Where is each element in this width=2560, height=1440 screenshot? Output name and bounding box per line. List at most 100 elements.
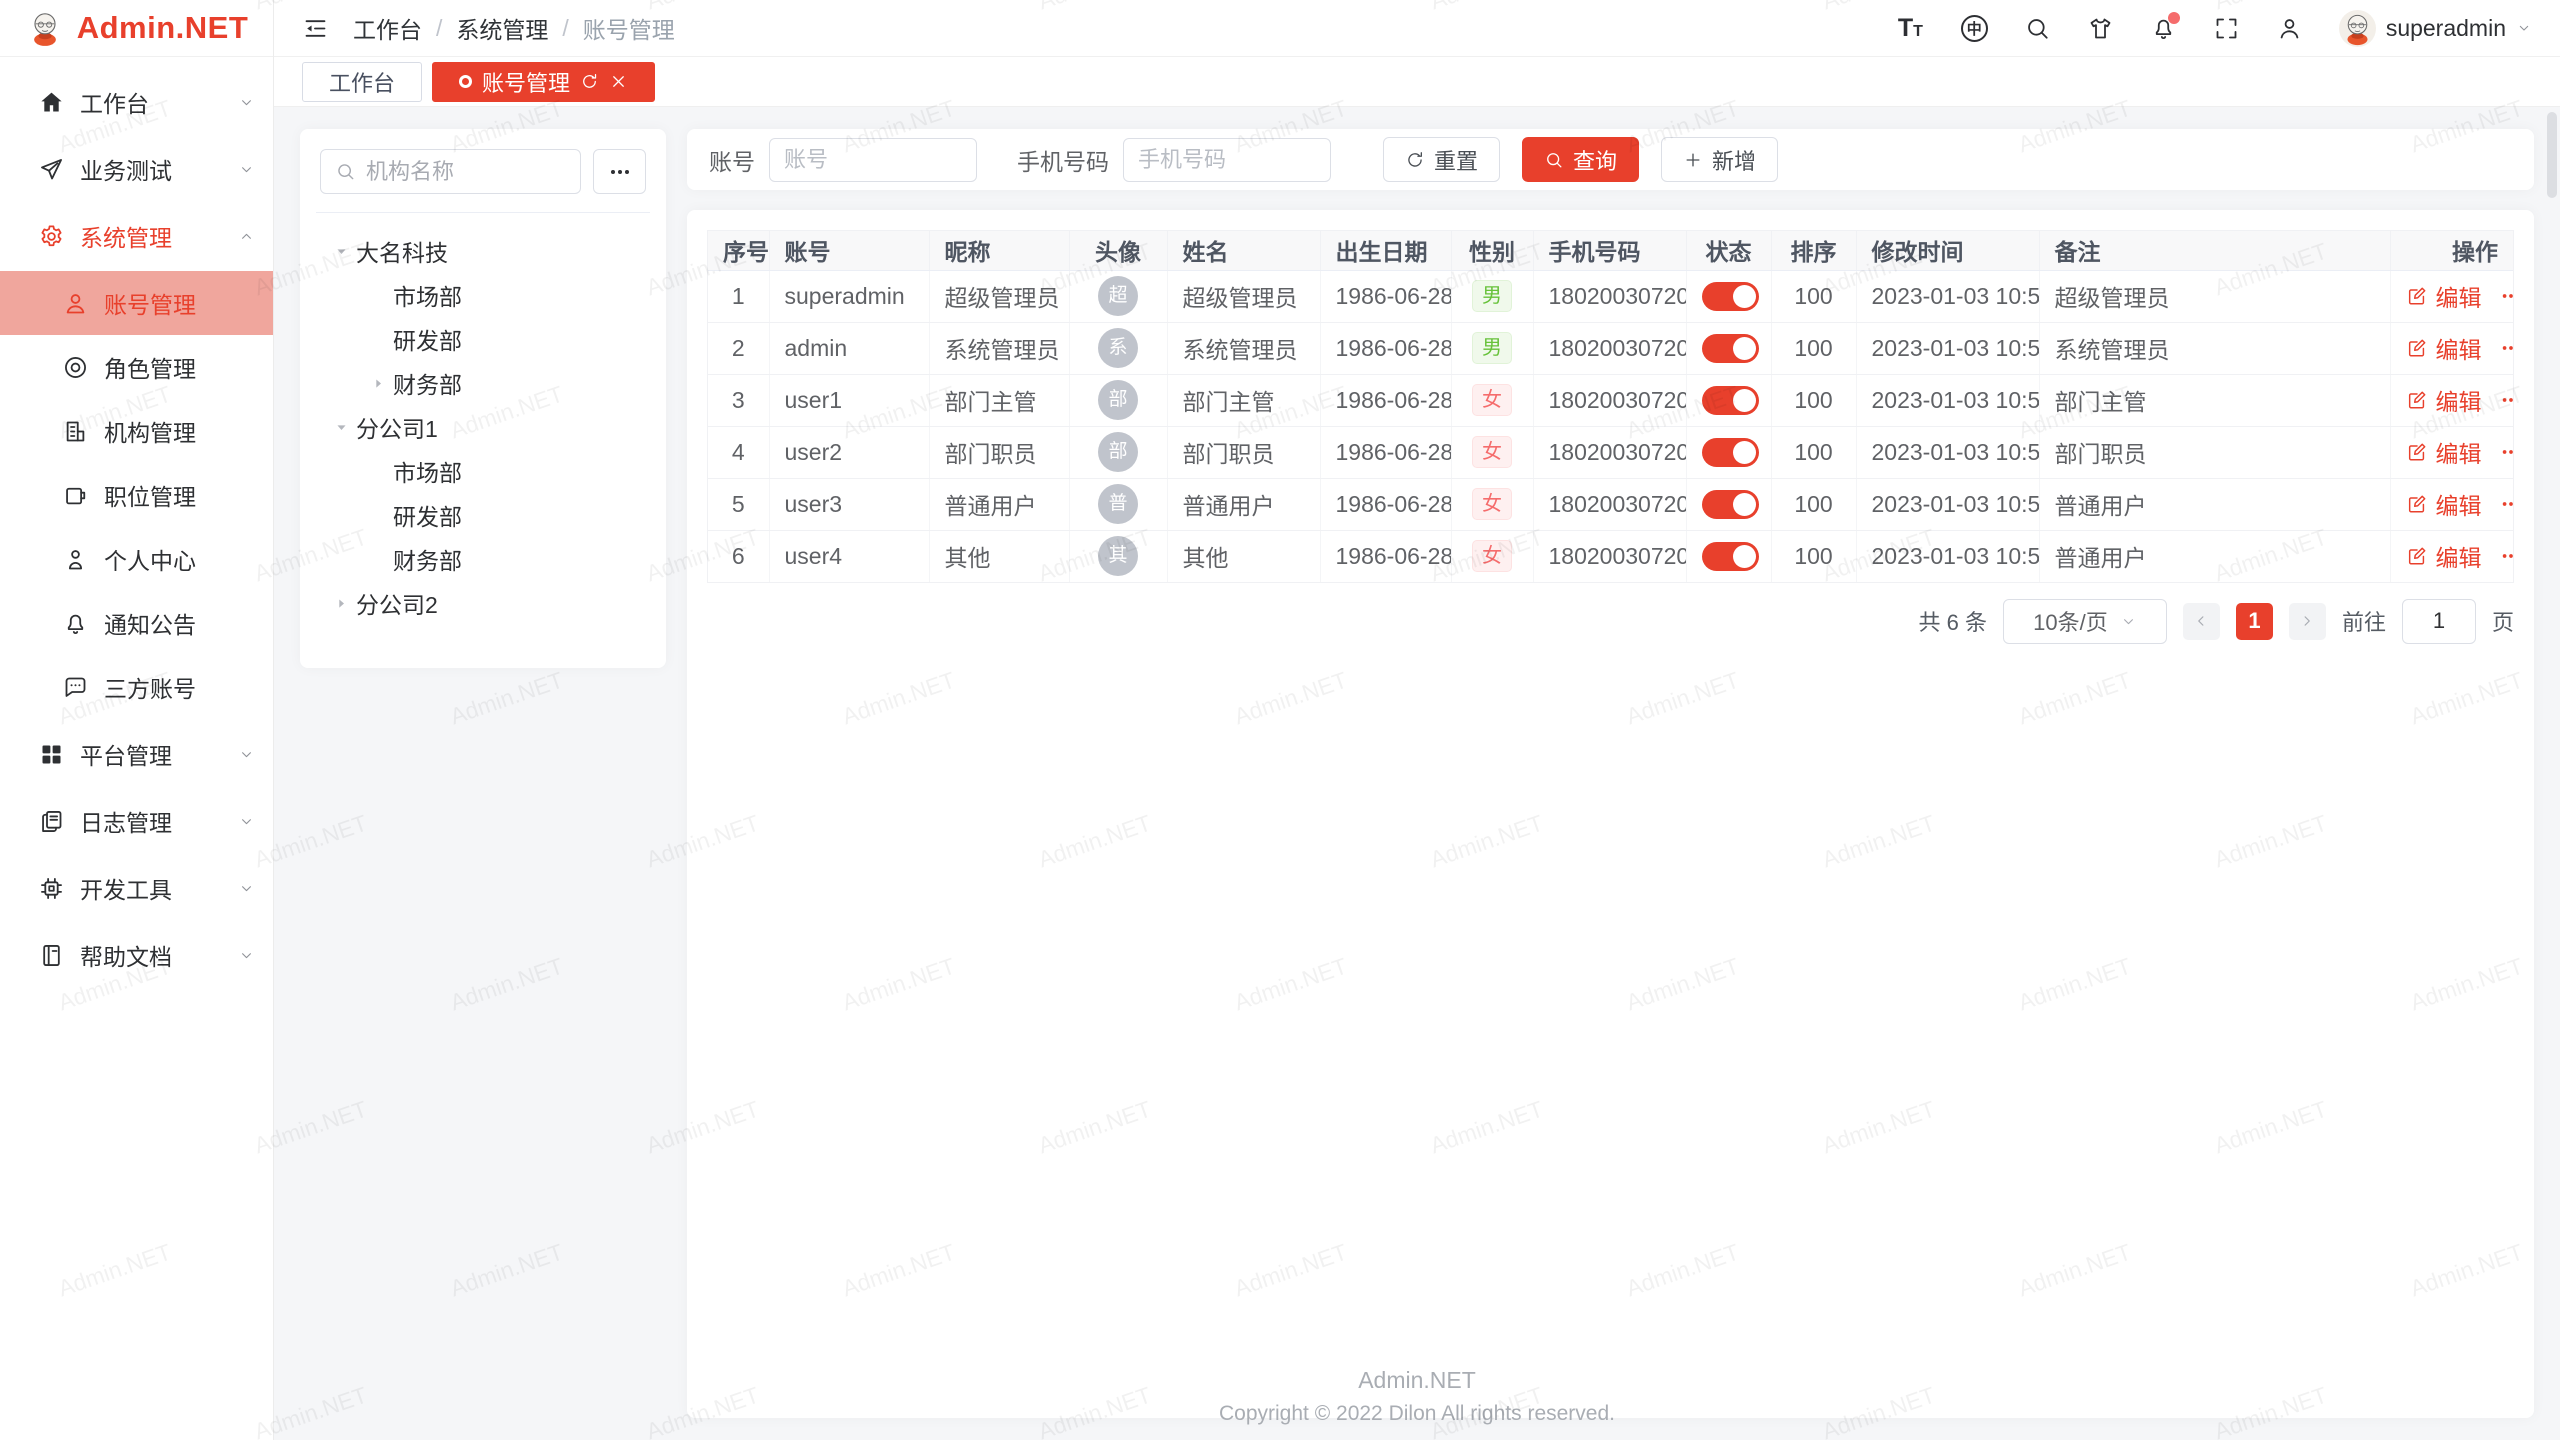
- sidebar-item-account-mgmt[interactable]: 账号管理: [0, 271, 273, 335]
- tree-node-label: 大名科技: [356, 234, 448, 268]
- tab-account-mgmt[interactable]: 账号管理: [432, 62, 655, 102]
- fold-sidebar-icon[interactable]: [302, 15, 329, 42]
- notification-icon[interactable]: [2150, 15, 2177, 42]
- sidebar-item-role-mgmt[interactable]: 角色管理: [0, 335, 273, 399]
- org-icon: [62, 418, 89, 445]
- tree-node[interactable]: 市场部: [316, 273, 650, 317]
- reset-button[interactable]: 重置: [1383, 137, 1500, 182]
- account-filter-field[interactable]: [784, 147, 962, 173]
- toggle-knob: [1733, 337, 1756, 360]
- chevron-down-icon: [238, 94, 255, 111]
- sidebar-item-platform-mgmt[interactable]: 平台管理: [0, 722, 273, 786]
- sidebar-item-help-docs[interactable]: 帮助文档: [0, 923, 273, 987]
- org-search-field[interactable]: [366, 159, 566, 185]
- row-more-button[interactable]: [2498, 441, 2514, 463]
- status-toggle[interactable]: [1702, 386, 1759, 415]
- gear-icon: [38, 223, 65, 250]
- sidebar-menu: 工作台业务测试系统管理账号管理角色管理机构管理职位管理个人中心通知公告三方账号平…: [0, 57, 273, 987]
- edit-button[interactable]: 编辑: [2406, 435, 2482, 469]
- sidebar-item-label: 机构管理: [104, 414, 196, 448]
- refresh-tab-icon[interactable]: [580, 72, 599, 91]
- edit-button[interactable]: 编辑: [2406, 279, 2482, 313]
- phone-filter-field[interactable]: [1138, 147, 1316, 173]
- tree-node[interactable]: 分公司2: [316, 581, 650, 625]
- tree-node[interactable]: 研发部: [316, 317, 650, 361]
- sidebar-item-system-mgmt[interactable]: 系统管理: [0, 204, 273, 268]
- row-more-button[interactable]: [2498, 545, 2514, 567]
- tree-node[interactable]: 财务部: [316, 361, 650, 405]
- font-size-icon[interactable]: TT: [1898, 15, 1925, 42]
- fullscreen-icon[interactable]: [2213, 15, 2240, 42]
- tree-node[interactable]: 大名科技: [316, 229, 650, 273]
- scrollbar-thumb[interactable]: [2547, 112, 2557, 198]
- tree-node-label: 研发部: [393, 498, 462, 532]
- status-toggle[interactable]: [1702, 542, 1759, 571]
- tree-node[interactable]: 研发部: [316, 493, 650, 537]
- prev-page-button[interactable]: [2183, 603, 2220, 640]
- user-menu[interactable]: superadmin: [2339, 10, 2532, 47]
- caret-down-icon[interactable]: [326, 420, 356, 435]
- page-1-button[interactable]: 1: [2236, 603, 2273, 640]
- tree-node[interactable]: 分公司1: [316, 405, 650, 449]
- caret-right-icon[interactable]: [363, 376, 393, 391]
- sidebar-item-personal-center[interactable]: 个人中心: [0, 527, 273, 591]
- user-avatar: [2339, 10, 2376, 47]
- edit-button[interactable]: 编辑: [2406, 487, 2482, 521]
- caret-right-icon[interactable]: [326, 596, 356, 611]
- sidebar-item-third-party-account[interactable]: 三方账号: [0, 655, 273, 719]
- avatar: 普: [1098, 484, 1138, 524]
- row-more-button[interactable]: [2498, 389, 2514, 411]
- chevron-down-icon: [2516, 20, 2532, 36]
- goto-page-input[interactable]: [2402, 599, 2476, 644]
- cell-index: 4: [708, 426, 769, 478]
- page-size-select[interactable]: 10条/页: [2003, 599, 2167, 644]
- close-tab-icon[interactable]: [609, 72, 628, 91]
- row-more-button[interactable]: [2498, 493, 2514, 515]
- sidebar-item-org-mgmt[interactable]: 机构管理: [0, 399, 273, 463]
- tree-node[interactable]: 财务部: [316, 537, 650, 581]
- cell-birth_date: 1986-06-28: [1320, 322, 1451, 374]
- sidebar-item-notice[interactable]: 通知公告: [0, 591, 273, 655]
- sidebar-item-log-mgmt[interactable]: 日志管理: [0, 789, 273, 853]
- sidebar-item-workbench[interactable]: 工作台: [0, 70, 273, 134]
- row-more-button[interactable]: [2498, 285, 2514, 307]
- org-search-input[interactable]: [320, 149, 581, 194]
- search-icon[interactable]: [2024, 15, 2051, 42]
- status-toggle[interactable]: [1702, 438, 1759, 467]
- query-button[interactable]: 查询: [1522, 137, 1639, 182]
- language-icon[interactable]: 中: [1961, 15, 1988, 42]
- chevron-down-icon: [238, 746, 255, 763]
- theme-icon[interactable]: [2087, 15, 2114, 42]
- account-filter-input[interactable]: [769, 138, 977, 182]
- caret-down-icon[interactable]: [326, 244, 356, 259]
- phone-filter-input[interactable]: [1123, 138, 1331, 182]
- tree-more-button[interactable]: [593, 149, 646, 194]
- cell-gender: 男: [1451, 322, 1533, 374]
- cell-ops: 编辑: [2390, 374, 2513, 426]
- tree-node[interactable]: 市场部: [316, 449, 650, 493]
- sidebar-item-label: 角色管理: [104, 350, 196, 384]
- edit-button[interactable]: 编辑: [2406, 383, 2482, 417]
- breadcrumb-item[interactable]: 工作台: [353, 11, 422, 45]
- status-toggle[interactable]: [1702, 334, 1759, 363]
- sidebar-item-business-test[interactable]: 业务测试: [0, 137, 273, 201]
- tab-workbench[interactable]: 工作台: [302, 62, 422, 102]
- goto-unit-label: 页: [2492, 605, 2514, 637]
- status-toggle[interactable]: [1702, 282, 1759, 311]
- person-icon[interactable]: [2276, 15, 2303, 42]
- edit-button[interactable]: 编辑: [2406, 539, 2482, 573]
- sidebar-item-dev-tools[interactable]: 开发工具: [0, 856, 273, 920]
- edit-button[interactable]: 编辑: [2406, 331, 2482, 365]
- cell-sort: 100: [1771, 426, 1856, 478]
- cell-nickname: 系统管理员: [929, 322, 1069, 374]
- cell-remark: 普通用户: [2039, 530, 2390, 582]
- cell-index: 6: [708, 530, 769, 582]
- breadcrumb-item[interactable]: 系统管理: [456, 11, 548, 45]
- cell-account: user1: [769, 374, 929, 426]
- add-button[interactable]: 新增: [1661, 137, 1778, 182]
- sidebar-item-position-mgmt[interactable]: 职位管理: [0, 463, 273, 527]
- row-more-button[interactable]: [2498, 337, 2514, 359]
- status-toggle[interactable]: [1702, 490, 1759, 519]
- next-page-button[interactable]: [2289, 603, 2326, 640]
- accounts-table: 序号账号昵称头像姓名出生日期性别手机号码状态排序修改时间备注操作1superad…: [707, 230, 2514, 583]
